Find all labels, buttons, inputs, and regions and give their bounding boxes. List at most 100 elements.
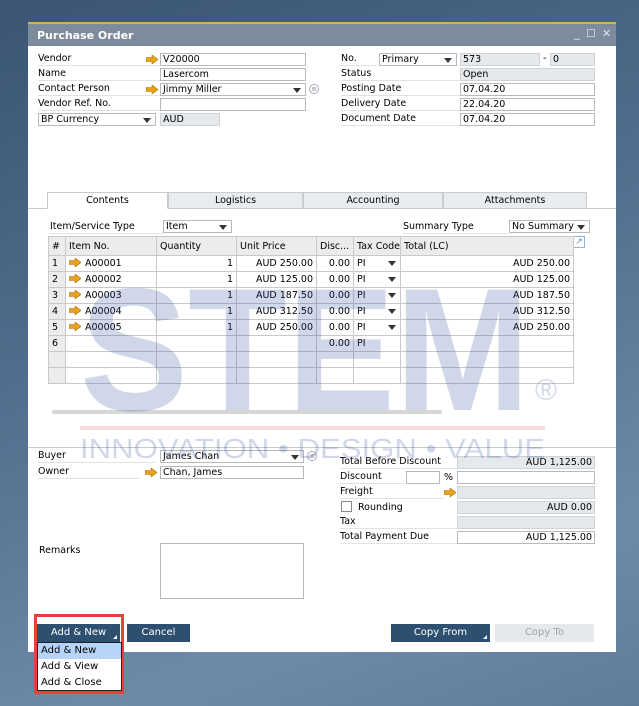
document-date-field[interactable]: 07.04.20 [460, 113, 595, 126]
cell-disc[interactable]: 0.00 [316, 335, 354, 352]
table-row[interactable]: 1 A00001 1 AUD 250.00 0.00 PI AUD 250.00 [48, 255, 574, 272]
cell-disc[interactable]: 0.00 [316, 319, 354, 336]
cell-tax[interactable] [353, 367, 401, 384]
cell-tax[interactable] [353, 351, 401, 368]
posting-date-field[interactable]: 07.04.20 [460, 83, 595, 96]
cell-total[interactable]: AUD 125.00 [400, 271, 574, 288]
cell-total[interactable]: AUD 312.50 [400, 303, 574, 320]
list-icon[interactable]: ≡ [307, 451, 317, 461]
cell-item[interactable] [65, 351, 157, 368]
cell-disc[interactable]: 0.00 [316, 303, 354, 320]
cell-price[interactable]: AUD 250.00 [236, 319, 317, 336]
cancel-button[interactable]: Cancel [127, 624, 190, 642]
cell-item[interactable]: A00005 [65, 319, 157, 336]
horizontal-scrollbar[interactable] [52, 410, 442, 414]
link-arrow-icon[interactable] [69, 274, 81, 283]
cell-total[interactable] [400, 367, 574, 384]
table-row[interactable] [48, 367, 574, 384]
table-row[interactable] [48, 351, 574, 368]
tab-attachments[interactable]: Attachments [443, 192, 587, 209]
cell-price[interactable]: AUD 187.50 [236, 287, 317, 304]
currency-type-dropdown[interactable]: BP Currency [38, 113, 156, 126]
cell-disc[interactable]: 0.00 [316, 255, 354, 272]
cell-tax[interactable]: PI [353, 271, 401, 288]
expand-icon[interactable]: ↗ [573, 236, 585, 248]
table-row[interactable]: 4 A00004 1 AUD 312.50 0.00 PI AUD 312.50 [48, 303, 574, 320]
chevron-down-icon[interactable] [388, 261, 396, 266]
vendor-ref-field[interactable] [160, 98, 306, 111]
table-row[interactable]: 2 A00002 1 AUD 125.00 0.00 PI AUD 125.00 [48, 271, 574, 288]
link-arrow-icon[interactable] [69, 258, 81, 267]
cell-qty[interactable]: 1 [156, 303, 237, 320]
cell-tax[interactable]: PI [353, 335, 401, 352]
discount-percent-field[interactable] [406, 471, 440, 484]
cell-qty[interactable] [156, 335, 237, 352]
column-header[interactable]: # [48, 236, 66, 256]
column-header[interactable]: Item No. [65, 236, 157, 256]
cell-price[interactable]: AUD 125.00 [236, 271, 317, 288]
cell-total[interactable] [400, 351, 574, 368]
owner-field[interactable]: Chan, James [160, 466, 304, 479]
close-icon[interactable]: ✕ [602, 27, 611, 40]
copy-from-button[interactable]: Copy From [391, 624, 490, 642]
chevron-down-icon[interactable] [388, 277, 396, 282]
cell-disc[interactable]: 0.00 [316, 271, 354, 288]
cell-total[interactable]: AUD 250.00 [400, 319, 574, 336]
cell-item[interactable] [65, 367, 157, 384]
link-arrow-icon[interactable] [145, 468, 157, 477]
discount-amount-field[interactable] [457, 471, 595, 484]
tab-contents[interactable]: Contents [47, 192, 168, 209]
buyer-dropdown[interactable]: James Chan [160, 450, 304, 463]
cell-item[interactable]: A00001 [65, 255, 157, 272]
remarks-textarea[interactable] [160, 543, 304, 599]
item-type-dropdown[interactable]: Item [163, 220, 232, 233]
cell-total[interactable]: AUD 250.00 [400, 255, 574, 272]
chevron-down-icon[interactable] [388, 293, 396, 298]
cell-item[interactable]: A00003 [65, 287, 157, 304]
contact-person-dropdown[interactable]: Jimmy Miller [160, 83, 306, 96]
cell-qty[interactable]: 1 [156, 255, 237, 272]
cell-total[interactable] [400, 335, 574, 352]
menu-item[interactable]: Add & Close [38, 675, 121, 691]
chevron-down-icon[interactable] [388, 325, 396, 330]
cell-price[interactable] [236, 351, 317, 368]
cell-tax[interactable]: PI [353, 303, 401, 320]
series-dropdown[interactable]: Primary [379, 53, 457, 66]
cell-price[interactable]: AUD 312.50 [236, 303, 317, 320]
column-header[interactable]: Tax Code [353, 236, 401, 256]
cell-qty[interactable] [156, 367, 237, 384]
link-arrow-icon[interactable] [69, 322, 81, 331]
link-arrow-icon[interactable] [69, 306, 81, 315]
table-row[interactable]: 5 A00005 1 AUD 250.00 0.00 PI AUD 250.00 [48, 319, 574, 336]
tab-logistics[interactable]: Logistics [168, 192, 303, 209]
column-header[interactable]: Disc... [316, 236, 354, 256]
cell-tax[interactable]: PI [353, 319, 401, 336]
table-row[interactable]: 3 A00003 1 AUD 187.50 0.00 PI AUD 187.50 [48, 287, 574, 304]
menu-item[interactable]: Add & New [38, 643, 121, 659]
link-arrow-icon[interactable] [146, 85, 158, 94]
cell-qty[interactable]: 1 [156, 319, 237, 336]
column-header[interactable]: Quantity [156, 236, 237, 256]
cell-tax[interactable]: PI [353, 255, 401, 272]
tab-accounting[interactable]: Accounting [303, 192, 443, 209]
vendor-field[interactable]: V20000 [160, 53, 306, 66]
link-arrow-icon[interactable] [146, 55, 158, 64]
cell-disc[interactable] [316, 367, 354, 384]
link-arrow-icon[interactable] [69, 290, 81, 299]
cell-price[interactable] [236, 335, 317, 352]
list-icon[interactable]: ≡ [309, 84, 319, 94]
cell-item[interactable]: A00002 [65, 271, 157, 288]
cell-disc[interactable]: 0.00 [316, 287, 354, 304]
cell-qty[interactable]: 1 [156, 271, 237, 288]
name-field[interactable]: Lasercom [160, 68, 306, 81]
cell-item[interactable]: A00004 [65, 303, 157, 320]
table-row[interactable]: 6 0.00 PI [48, 335, 574, 352]
cell-tax[interactable]: PI [353, 287, 401, 304]
cell-qty[interactable] [156, 351, 237, 368]
cell-total[interactable]: AUD 187.50 [400, 287, 574, 304]
column-header[interactable]: Total (LC) [400, 236, 574, 256]
rounding-checkbox[interactable] [341, 501, 352, 512]
cell-price[interactable] [236, 367, 317, 384]
summary-type-dropdown[interactable]: No Summary [509, 220, 590, 233]
cell-disc[interactable] [316, 351, 354, 368]
